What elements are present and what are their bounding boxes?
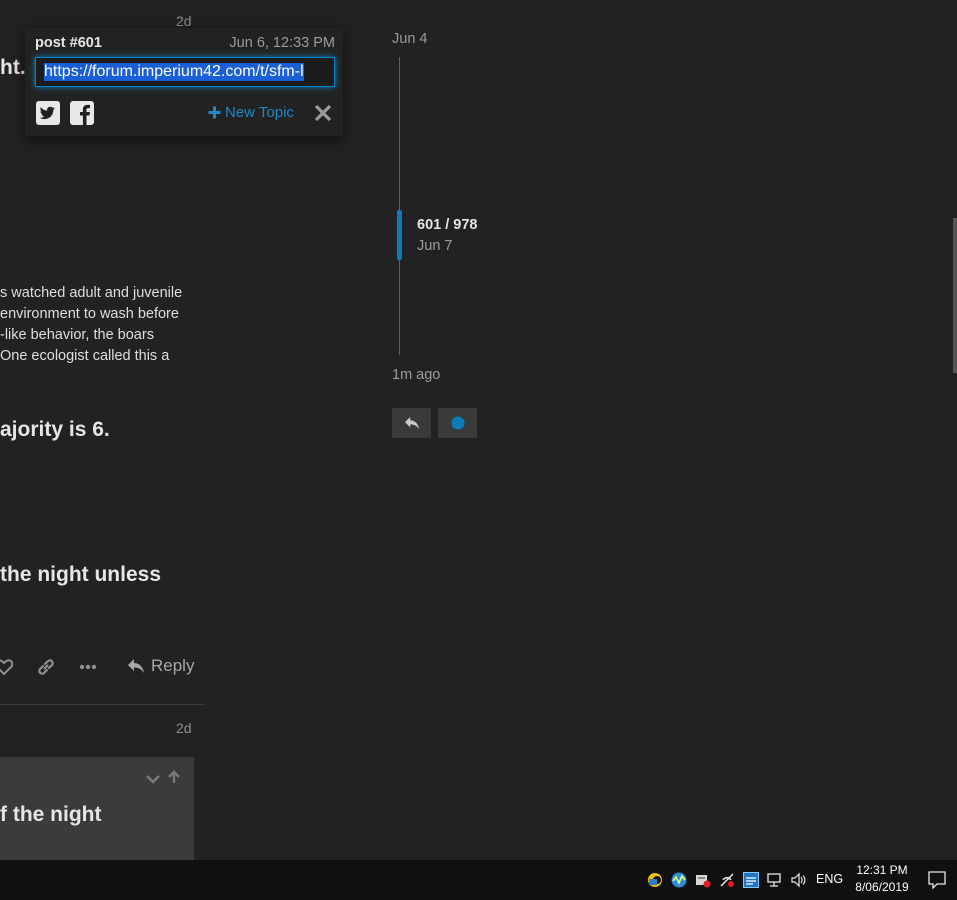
copy-link-button[interactable]	[35, 656, 57, 678]
timeline-position-date: Jun 7	[417, 238, 453, 254]
post-paragraph: s watched adult and juvenile environment…	[0, 283, 182, 367]
drive-tray-icon[interactable]	[695, 872, 711, 888]
share-popup: post #601 Jun 6, 12:33 PM New Topic	[25, 28, 343, 136]
new-topic-button[interactable]: New Topic	[208, 104, 294, 121]
app-tray-icon[interactable]	[647, 872, 663, 888]
language-indicator[interactable]: ENG	[816, 872, 843, 886]
collapse-quote-button[interactable]	[146, 771, 160, 789]
post-heading-partial: ht.	[0, 56, 26, 79]
taskbar: ENG 12:31 PM 8/06/2019	[0, 860, 957, 900]
post-heading-night: the night unless	[0, 563, 162, 586]
page-scrollbar[interactable]	[953, 218, 957, 373]
arrow-up-icon	[168, 770, 180, 783]
timeline-handle[interactable]	[397, 210, 402, 260]
volume-icon[interactable]	[791, 872, 807, 888]
reply-icon	[128, 659, 144, 673]
monitor-tray-icon[interactable]	[671, 872, 687, 888]
facebook-icon	[70, 101, 94, 125]
timeline-start-date[interactable]: Jun 4	[392, 31, 427, 47]
post-heading-majority: ajority is 6.	[0, 418, 110, 441]
ethernet-tray-icon[interactable]	[767, 872, 783, 888]
system-clock[interactable]: 12:31 PM 8/06/2019	[848, 862, 916, 896]
next-post-age: 2d	[176, 720, 192, 736]
go-to-quoted-button[interactable]	[167, 770, 181, 789]
clock-date: 8/06/2019	[855, 880, 909, 894]
timeline-position: 601 / 978	[417, 217, 478, 233]
reply-label: Reply	[151, 656, 195, 675]
notifications-icon[interactable]	[928, 871, 946, 889]
share-title: post #601	[35, 35, 102, 51]
timeline-end-label[interactable]: 1m ago	[392, 367, 440, 383]
like-button[interactable]	[0, 656, 14, 678]
paragraph-line: environment to wash before	[0, 306, 179, 322]
tracking-dot-icon	[451, 416, 464, 430]
chevron-down-icon	[146, 775, 160, 784]
link-icon	[38, 659, 54, 675]
more-options-button[interactable]	[77, 656, 99, 678]
quote-box: f the night	[0, 757, 194, 860]
paragraph-line: -like behavior, the boars	[0, 327, 154, 343]
share-date: Jun 6, 12:33 PM	[229, 35, 335, 51]
network-off-tray-icon[interactable]	[719, 872, 735, 888]
timeline-reply-button[interactable]	[392, 408, 431, 438]
paragraph-line: s watched adult and juvenile	[0, 285, 183, 301]
window-tray-icon[interactable]	[743, 872, 759, 888]
ellipsis-icon	[79, 664, 97, 670]
plus-icon	[208, 106, 221, 119]
reply-icon	[404, 416, 419, 430]
new-topic-label: New Topic	[225, 104, 294, 121]
twitter-icon	[36, 101, 60, 125]
quote-heading: f the night	[0, 803, 102, 826]
close-icon	[314, 104, 332, 122]
notification-level-button[interactable]	[438, 408, 477, 438]
paragraph-line: One ecologist called this a	[0, 348, 170, 364]
timeline-track[interactable]	[399, 57, 400, 355]
share-twitter-button[interactable]	[36, 101, 60, 125]
heart-icon	[0, 659, 13, 675]
post-age: 2d	[176, 13, 192, 29]
share-facebook-button[interactable]	[70, 101, 94, 125]
post-divider	[0, 704, 205, 705]
close-share-button[interactable]	[314, 104, 332, 122]
reply-button[interactable]: Reply	[127, 656, 194, 676]
share-url-input[interactable]	[35, 57, 335, 87]
clock-time: 12:31 PM	[856, 863, 908, 877]
